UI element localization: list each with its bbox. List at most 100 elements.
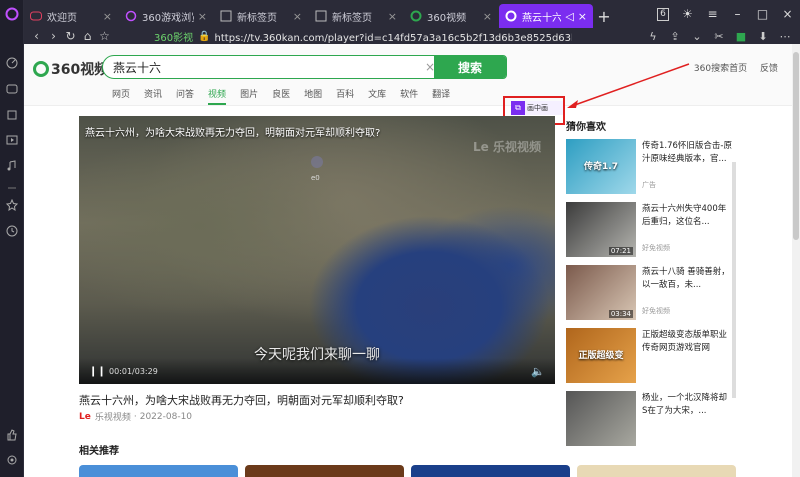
- video-meta: Le 乐视视频 · 2022-08-10: [79, 410, 192, 424]
- address-bar[interactable]: 360影视 🔒 https://tv.360kan.com/player?id=…: [154, 28, 572, 44]
- duration-badge: 03:34: [608, 310, 633, 318]
- recommend-item[interactable]: 正版超级变 正版超级变态版单职业传奇网页游戏官网: [566, 328, 734, 391]
- recommend-item[interactable]: 07:21 燕云十六州失守400年后重归，这位名... 好免视频: [566, 202, 734, 265]
- translate-icon[interactable]: ■: [730, 30, 752, 43]
- map-label: e0: [311, 174, 320, 182]
- related-heading: 相关推荐: [79, 446, 119, 457]
- maximize-icon[interactable]: □: [750, 7, 775, 21]
- video-player[interactable]: e0 燕云十六州，为啥大宋战败再无力夺回，明朝面对元军却顺利夺取? Le 乐视视…: [79, 116, 555, 384]
- tab-360video[interactable]: 360视频 ×: [404, 4, 498, 28]
- site-logo[interactable]: 360视频: [33, 59, 108, 79]
- recommend-title[interactable]: 传奇1.76怀旧版合击-原汁原味经典版本，官...: [642, 140, 732, 166]
- tab-360game[interactable]: 360游戏浏览器，聊 ×: [119, 4, 213, 28]
- related-card[interactable]: [245, 465, 404, 477]
- close-window-icon[interactable]: ×: [775, 7, 800, 21]
- lightning-icon[interactable]: ϟ: [642, 30, 664, 43]
- recommend-title[interactable]: 燕云十八骑 善骑善射，以一敌百，未...: [642, 266, 732, 292]
- search-input[interactable]: [103, 56, 403, 78]
- tab-current[interactable]: 燕云十六州，为 ◁ ×: [499, 4, 593, 28]
- pause-icon[interactable]: ❙❙: [89, 366, 106, 377]
- download-icon[interactable]: ⬇: [752, 30, 774, 43]
- volume-icon[interactable]: 🔈: [531, 365, 545, 378]
- tab-newtab-1[interactable]: 新标签页 ×: [214, 4, 308, 28]
- pip-button[interactable]: ⧉ 画中画: [511, 101, 563, 115]
- search-button[interactable]: 搜索: [434, 56, 506, 78]
- scrollbar-thumb[interactable]: [793, 52, 799, 240]
- tab-welcome[interactable]: 欢迎页 ×: [24, 4, 118, 28]
- menu-icon[interactable]: ≡: [700, 7, 725, 21]
- share-icon[interactable]: ⇪: [664, 30, 686, 43]
- duration-badge: 07:21: [608, 247, 633, 255]
- tab-count-badge[interactable]: 6: [657, 7, 669, 21]
- nav-translate[interactable]: 翻译: [432, 87, 450, 105]
- recommend-title[interactable]: 杨业，一个北汉降将却S在了为大宋，...: [642, 392, 732, 418]
- like-icon[interactable]: [4, 427, 20, 443]
- recommend-title[interactable]: 正版超级变态版单职业传奇网页游戏官网: [642, 329, 732, 355]
- recommend-thumbnail[interactable]: [566, 391, 636, 446]
- chevron-down-icon[interactable]: ⌄: [686, 30, 708, 43]
- nav-video[interactable]: 视频: [208, 87, 227, 105]
- related-card[interactable]: [411, 465, 570, 477]
- mute-icon[interactable]: ◁: [565, 10, 573, 23]
- nav-baike[interactable]: 百科: [336, 87, 354, 105]
- minimize-icon[interactable]: –: [725, 7, 750, 21]
- lock-icon: 🔒: [198, 30, 211, 42]
- close-icon[interactable]: ×: [198, 10, 207, 23]
- new-tab-button[interactable]: +: [594, 4, 614, 28]
- video-source[interactable]: 乐视视频: [95, 410, 131, 423]
- feedback-link[interactable]: 反馈: [760, 64, 778, 74]
- theme-icon[interactable]: ☀: [675, 7, 700, 21]
- player-controls: ❙❙ 00:01/03:29 🔈: [79, 358, 555, 384]
- related-card[interactable]: [79, 465, 238, 477]
- nav-news[interactable]: 资讯: [144, 87, 162, 105]
- tab-newtab-2[interactable]: 新标签页 ×: [309, 4, 403, 28]
- recommend-item[interactable]: 杨业，一个北汉降将却S在了为大宋，...: [566, 391, 734, 454]
- recommend-thumbnail[interactable]: 正版超级变: [566, 328, 636, 383]
- game-icon[interactable]: [4, 81, 20, 97]
- close-icon[interactable]: ×: [388, 10, 397, 23]
- refresh-icon[interactable]: ↻: [62, 29, 79, 43]
- recommend-thumbnail[interactable]: 07:21: [566, 202, 636, 257]
- recommend-title[interactable]: 燕云十六州失守400年后重归，这位名...: [642, 203, 732, 229]
- page-scrollbar[interactable]: [792, 44, 800, 477]
- music-icon[interactable]: [4, 158, 20, 174]
- store-icon[interactable]: [4, 107, 20, 123]
- recommend-thumbnail[interactable]: 03:34: [566, 265, 636, 320]
- web-page: 360视频 × 搜索 360搜索首页 反馈 网页 资讯 问答 视频 图片 良医 …: [24, 44, 800, 477]
- nav-wenku[interactable]: 文库: [368, 87, 386, 105]
- nav-images[interactable]: 图片: [240, 87, 258, 105]
- 360-logo-icon: [33, 61, 49, 77]
- back-icon[interactable]: ‹: [28, 29, 45, 43]
- close-icon[interactable]: ×: [578, 10, 587, 23]
- search-home-link[interactable]: 360搜索首页: [694, 64, 747, 74]
- nav-qa[interactable]: 问答: [176, 87, 194, 105]
- side-scrollbar[interactable]: [732, 162, 736, 398]
- browser-sidebar: [0, 0, 24, 477]
- browser-logo-icon[interactable]: [4, 6, 20, 22]
- settings-icon[interactable]: [4, 452, 20, 468]
- bookmark-icon[interactable]: ☆: [96, 29, 113, 43]
- related-card[interactable]: [577, 465, 736, 477]
- home-icon[interactable]: ⌂: [79, 29, 96, 43]
- toolbar-right: ϟ ⇪ ⌄ ✂ ■ ⬇ ⋯: [642, 28, 796, 44]
- video-icon[interactable]: [4, 132, 20, 148]
- video-title[interactable]: 燕云十六州，为啥大宋战败再无力夺回，明朝面对元军却顺利夺取?: [79, 392, 559, 408]
- forward-icon[interactable]: ›: [45, 29, 62, 43]
- nav-software[interactable]: 软件: [400, 87, 418, 105]
- extensions-icon[interactable]: ⋯: [774, 30, 796, 43]
- recommend-thumbnail[interactable]: 传奇1.7: [566, 139, 636, 194]
- nav-doctor[interactable]: 良医: [272, 87, 290, 105]
- screenshot-icon[interactable]: ✂: [708, 30, 730, 43]
- close-icon[interactable]: ×: [103, 10, 112, 23]
- recommend-source: 好免视频: [642, 307, 670, 315]
- recommend-item[interactable]: 03:34 燕云十八骑 善骑善射，以一敌百，未... 好免视频: [566, 265, 734, 328]
- speed-icon[interactable]: [4, 55, 20, 71]
- close-icon[interactable]: ×: [293, 10, 302, 23]
- nav-map[interactable]: 地图: [304, 87, 322, 105]
- close-icon[interactable]: ×: [483, 10, 492, 23]
- history-icon[interactable]: [4, 223, 20, 239]
- recommend-item[interactable]: 传奇1.7 传奇1.76怀旧版合击-原汁原味经典版本，官... 广告: [566, 139, 734, 202]
- star-icon[interactable]: [4, 197, 20, 213]
- nav-web[interactable]: 网页: [112, 87, 130, 105]
- newtab-icon: [220, 10, 232, 22]
